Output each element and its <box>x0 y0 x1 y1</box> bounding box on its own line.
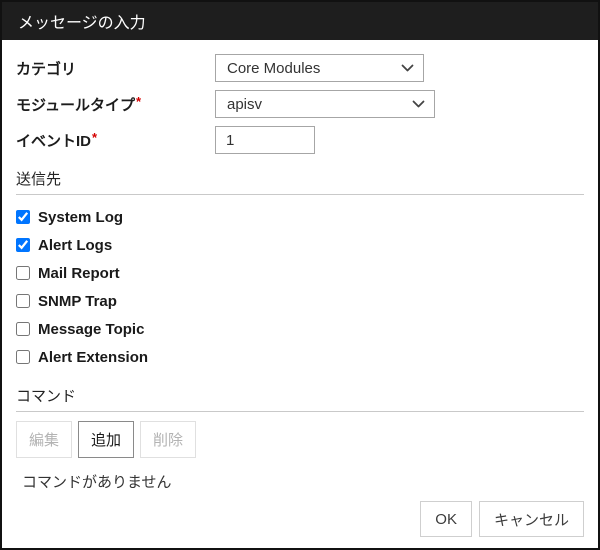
dialog-titlebar: メッセージの入力 <box>2 2 598 40</box>
divider <box>16 411 584 412</box>
mail-report-checkbox[interactable] <box>16 266 30 280</box>
checkbox-label: Mail Report <box>38 265 120 282</box>
category-row: カテゴリ Core Modules <box>16 54 584 82</box>
chevron-down-icon <box>412 100 425 109</box>
alert-logs-checkbox[interactable] <box>16 238 30 252</box>
module-type-select[interactable]: apisv <box>215 90 435 118</box>
divider <box>16 194 584 195</box>
event-id-row: イベントID* <box>16 126 584 154</box>
checkbox-label: Alert Extension <box>38 349 148 366</box>
event-id-input[interactable] <box>215 126 315 154</box>
checkbox-label: System Log <box>38 209 123 226</box>
dialog-footer: OK キャンセル <box>2 501 598 548</box>
checkbox-row-message-topic: Message Topic <box>16 315 584 343</box>
checkbox-label: Alert Logs <box>38 237 112 254</box>
edit-command-button[interactable]: 編集 <box>16 421 72 458</box>
no-commands-message: コマンドがありません <box>22 471 584 492</box>
checkbox-row-system-log: System Log <box>16 203 584 231</box>
dialog-body: カテゴリ Core Modules モジュールタイプ* apisv イベントID… <box>2 40 598 501</box>
event-id-label-text: イベントID <box>16 133 91 150</box>
checkbox-label: Message Topic <box>38 321 144 338</box>
required-asterisk: * <box>92 130 97 145</box>
ok-button[interactable]: OK <box>420 501 472 537</box>
message-topic-checkbox[interactable] <box>16 322 30 336</box>
module-type-label-text: モジュールタイプ <box>16 97 135 114</box>
command-heading: コマンド <box>16 385 584 406</box>
category-label: カテゴリ <box>16 58 215 79</box>
system-log-checkbox[interactable] <box>16 210 30 224</box>
alert-extension-checkbox[interactable] <box>16 350 30 364</box>
module-type-select-value: apisv <box>227 96 262 113</box>
event-id-label: イベントID* <box>16 130 215 151</box>
module-type-row: モジュールタイプ* apisv <box>16 90 584 118</box>
required-asterisk: * <box>136 94 141 109</box>
checkbox-row-alert-extension: Alert Extension <box>16 343 584 371</box>
category-select-value: Core Modules <box>227 60 320 77</box>
command-button-group: 編集 追加 削除 <box>16 421 584 458</box>
add-command-button[interactable]: 追加 <box>78 421 134 458</box>
checkbox-row-snmp-trap: SNMP Trap <box>16 287 584 315</box>
category-select[interactable]: Core Modules <box>215 54 424 82</box>
snmp-trap-checkbox[interactable] <box>16 294 30 308</box>
module-type-label: モジュールタイプ* <box>16 94 215 115</box>
message-input-dialog: メッセージの入力 カテゴリ Core Modules モジュールタイプ* api… <box>0 0 600 550</box>
cancel-button[interactable]: キャンセル <box>479 501 584 537</box>
chevron-down-icon <box>401 64 414 73</box>
checkbox-row-alert-logs: Alert Logs <box>16 231 584 259</box>
checkbox-label: SNMP Trap <box>38 293 117 310</box>
destination-heading: 送信先 <box>16 168 584 189</box>
delete-command-button[interactable]: 削除 <box>140 421 196 458</box>
checkbox-row-mail-report: Mail Report <box>16 259 584 287</box>
dialog-title: メッセージの入力 <box>18 9 146 33</box>
